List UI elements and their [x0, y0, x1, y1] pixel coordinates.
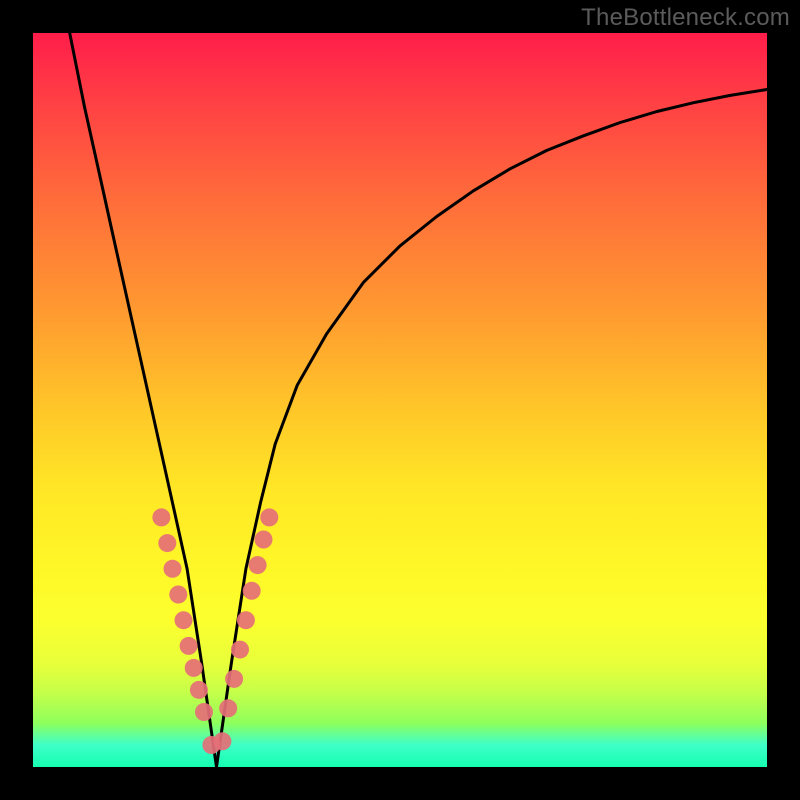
- sample-point: [249, 556, 267, 574]
- sample-point: [158, 534, 176, 552]
- plot-area: [33, 33, 767, 767]
- sample-point: [180, 637, 198, 655]
- sample-points-group: [152, 508, 278, 754]
- sample-point: [231, 641, 249, 659]
- sample-point: [255, 531, 273, 549]
- chart-svg: [33, 33, 767, 767]
- sample-point: [237, 611, 255, 629]
- sample-point: [185, 659, 203, 677]
- watermark-text: TheBottleneck.com: [581, 4, 790, 32]
- sample-point: [164, 560, 182, 578]
- sample-point: [195, 703, 213, 721]
- sample-point: [190, 681, 208, 699]
- sample-point: [213, 732, 231, 750]
- sample-point: [243, 582, 261, 600]
- chart-frame: TheBottleneck.com: [0, 0, 800, 800]
- sample-point: [169, 586, 187, 604]
- sample-point: [152, 508, 170, 526]
- sample-point: [260, 508, 278, 526]
- bottleneck-curve-line: [70, 33, 767, 767]
- sample-point: [225, 670, 243, 688]
- sample-point: [175, 611, 193, 629]
- sample-point: [219, 699, 237, 717]
